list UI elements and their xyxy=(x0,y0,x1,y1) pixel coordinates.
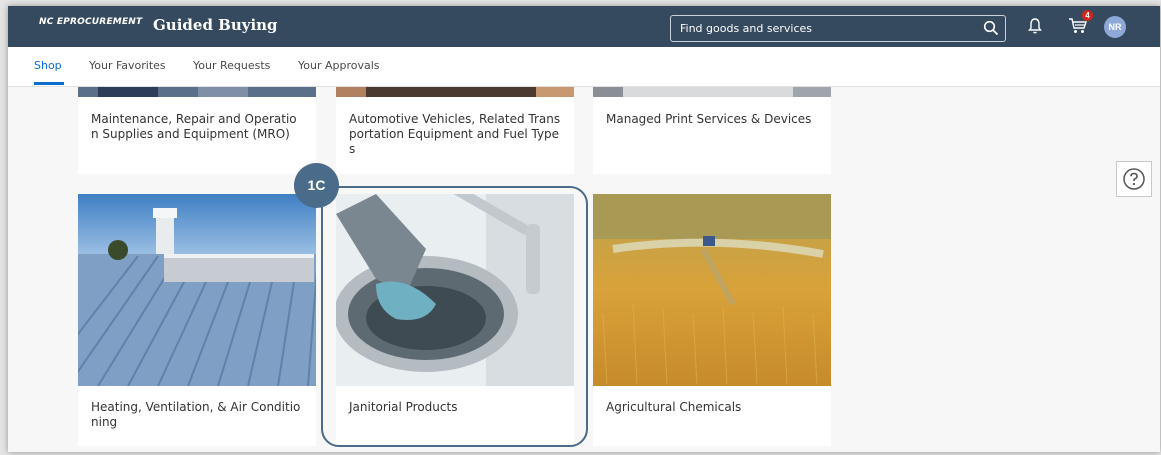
app-title: Guided Buying xyxy=(153,16,278,34)
category-tile-mro[interactable]: Maintenance, Repair and Operation Suppli… xyxy=(78,87,316,174)
tab-your-favorites[interactable]: Your Favorites xyxy=(89,59,166,72)
category-tile-hvac[interactable]: Heating, Ventilation, & Air Conditioning xyxy=(78,194,316,446)
brand-logo: NC eProcurement xyxy=(39,17,143,27)
category-tile-print-services[interactable]: Managed Print Services & Devices xyxy=(593,87,831,174)
step-badge: 1C xyxy=(294,163,339,208)
search-icon[interactable] xyxy=(983,20,999,36)
tile-label: Automotive Vehicles, Related Transportat… xyxy=(349,112,561,156)
category-image xyxy=(593,194,831,386)
cart-count-badge: 4 xyxy=(1082,10,1093,21)
tab-your-requests[interactable]: Your Requests xyxy=(193,59,270,72)
avatar[interactable]: NR xyxy=(1104,16,1126,38)
tab-shop[interactable]: Shop xyxy=(34,59,62,72)
tile-label: Managed Print Services & Devices xyxy=(606,112,812,126)
tile-label: Heating, Ventilation, & Air Conditioning xyxy=(91,400,301,429)
search-box[interactable] xyxy=(670,15,1006,42)
search-input[interactable] xyxy=(671,16,980,41)
category-tile-automotive[interactable]: Automotive Vehicles, Related Transportat… xyxy=(336,87,574,174)
category-image xyxy=(593,87,831,97)
category-image xyxy=(336,87,574,97)
callout-highlight-frame xyxy=(321,186,588,447)
tile-label: Agricultural Chemicals xyxy=(606,400,742,414)
category-image xyxy=(78,194,316,386)
app-window: NC eProcurement Guided Buying 4 NR Shop … xyxy=(8,6,1160,452)
tab-bar: Shop Your Favorites Your Requests Your A… xyxy=(8,47,1160,87)
help-button[interactable] xyxy=(1116,161,1152,197)
tile-label: Maintenance, Repair and Operation Suppli… xyxy=(91,112,297,141)
category-image xyxy=(78,87,316,97)
help-icon xyxy=(1123,168,1145,190)
bell-icon[interactable] xyxy=(1026,17,1044,35)
category-tile-agricultural[interactable]: Agricultural Chemicals xyxy=(593,194,831,446)
tab-your-approvals[interactable]: Your Approvals xyxy=(298,59,380,72)
active-tab-indicator xyxy=(34,82,64,85)
top-bar: NC eProcurement Guided Buying 4 NR xyxy=(8,6,1160,47)
